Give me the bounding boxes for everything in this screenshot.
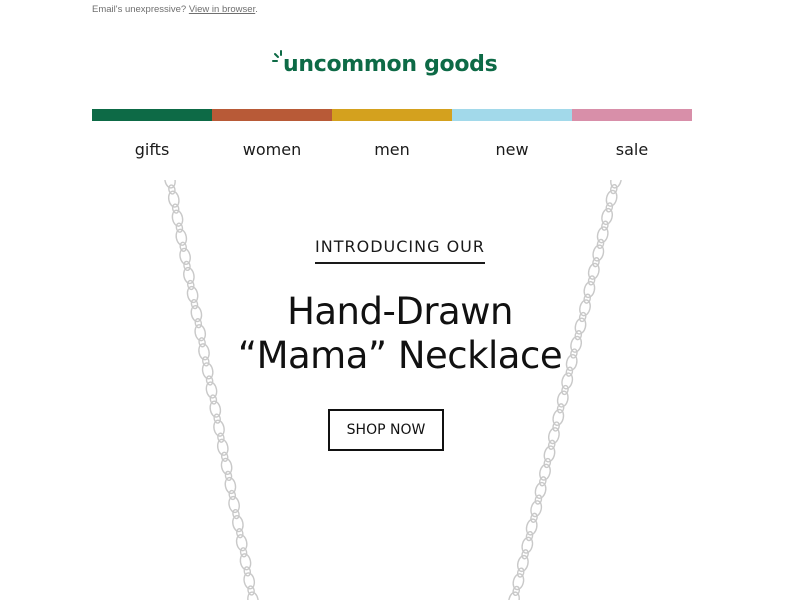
headline-line-2: “Mama” Necklace — [237, 334, 563, 377]
nav-women[interactable]: women — [212, 140, 332, 159]
hero-headline: Hand-Drawn “Mama” Necklace — [0, 290, 800, 378]
color-segment-green — [92, 109, 212, 121]
eyebrow-text: INTRODUCING OUR — [315, 237, 485, 264]
color-segment-mustard — [332, 109, 452, 121]
nav-gifts[interactable]: gifts — [92, 140, 212, 159]
preheader-text: Email's unexpressive? — [92, 4, 189, 15]
preheader: Email's unexpressive? View in browser. — [92, 4, 258, 15]
headline-line-1: Hand-Drawn — [287, 290, 513, 333]
uncommon-goods-logo[interactable]: uncommon goods — [270, 48, 530, 88]
preheader-suffix: . — [255, 4, 258, 15]
brand-color-bar — [92, 109, 692, 121]
nav-new[interactable]: new — [452, 140, 572, 159]
nav-sale[interactable]: sale — [572, 140, 692, 159]
shop-now-button[interactable]: SHOP NOW — [328, 409, 444, 451]
main-nav: gifts women men new sale — [92, 140, 692, 159]
eyebrow: INTRODUCING OUR — [0, 237, 800, 264]
color-segment-sky — [452, 109, 572, 121]
nav-men[interactable]: men — [332, 140, 452, 159]
color-segment-rust — [212, 109, 332, 121]
view-in-browser-link[interactable]: View in browser — [189, 4, 255, 15]
color-segment-pink — [572, 109, 692, 121]
logo-text: uncommon goods — [283, 52, 498, 77]
hero-banner[interactable]: INTRODUCING OUR Hand-Drawn “Mama” Neckla… — [0, 180, 800, 600]
